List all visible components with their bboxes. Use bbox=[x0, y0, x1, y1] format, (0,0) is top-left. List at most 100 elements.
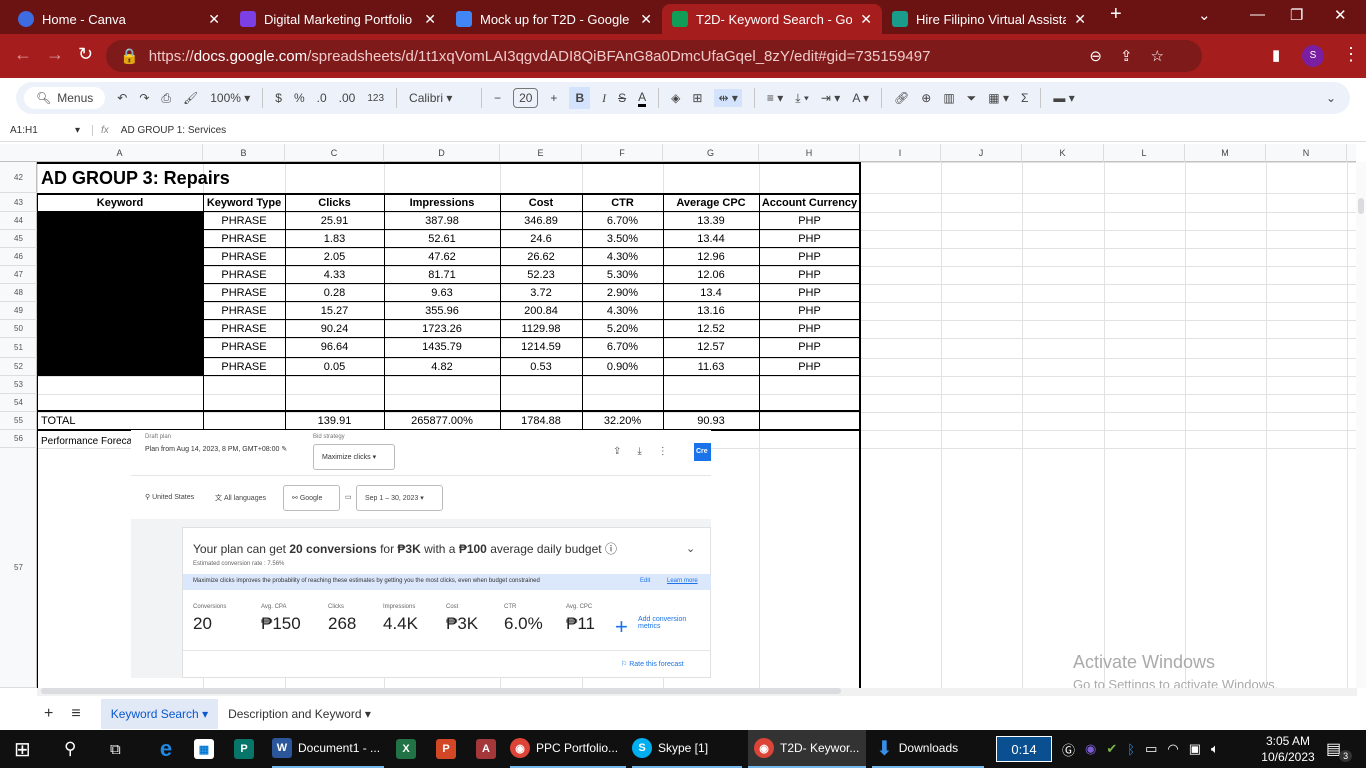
browser-tab-canva[interactable]: Home - Canva ✕ bbox=[8, 4, 230, 34]
table-row-cell[interactable]: 355.96 bbox=[385, 302, 499, 320]
table-row-cell[interactable]: 1129.98 bbox=[501, 320, 581, 338]
table-row-cell[interactable]: PHP bbox=[760, 320, 859, 338]
table-row-cell[interactable]: PHP bbox=[760, 338, 859, 356]
back-icon[interactable]: ← bbox=[14, 44, 32, 65]
close-icon[interactable]: ✕ bbox=[640, 11, 652, 28]
table-row-cell[interactable]: 13.44 bbox=[664, 230, 758, 248]
percent-button[interactable]: % bbox=[294, 91, 305, 105]
column-header[interactable]: L bbox=[1104, 144, 1185, 162]
row-header[interactable]: 54 bbox=[0, 394, 37, 412]
total-row-cell[interactable]: 265877.00% bbox=[385, 412, 499, 430]
browser-tab-keyword-search[interactable]: T2D- Keyword Search - Goo ✕ bbox=[662, 4, 882, 34]
table-row-cell[interactable]: 9.63 bbox=[385, 284, 499, 302]
total-row-cell[interactable]: TOTAL bbox=[38, 412, 202, 430]
bold-button[interactable]: B bbox=[569, 87, 591, 109]
ad-group-title[interactable]: AD GROUP 3: Repairs bbox=[41, 163, 230, 193]
header-cell[interactable]: Clicks bbox=[286, 194, 383, 212]
table-row-cell[interactable]: PHRASE bbox=[204, 230, 284, 248]
reload-icon[interactable]: ↻ bbox=[78, 44, 93, 65]
column-header[interactable]: A bbox=[37, 144, 203, 162]
italic-button[interactable]: I bbox=[602, 91, 606, 106]
sidebar-icon[interactable]: ▮ bbox=[1272, 46, 1280, 64]
functions-button[interactable]: Σ bbox=[1021, 91, 1028, 105]
table-row-cell[interactable]: PHP bbox=[760, 358, 859, 376]
row-header[interactable]: 47 bbox=[0, 266, 37, 284]
horizontal-scrollbar[interactable] bbox=[37, 688, 1357, 696]
table-row-cell[interactable]: PHRASE bbox=[204, 248, 284, 266]
header-cell[interactable]: Keyword Type bbox=[204, 194, 284, 212]
column-header[interactable]: N bbox=[1266, 144, 1347, 162]
close-icon[interactable]: ✕ bbox=[424, 11, 436, 28]
fill-color-icon[interactable]: ◈ bbox=[671, 91, 680, 105]
new-tab-button[interactable]: + bbox=[1110, 3, 1122, 26]
table-row-cell[interactable]: 12.52 bbox=[664, 320, 758, 338]
row-header[interactable]: 57 bbox=[0, 448, 37, 688]
row-header[interactable]: 43 bbox=[0, 193, 37, 212]
font-select[interactable]: Calibri ▾ bbox=[409, 91, 469, 105]
profile-avatar[interactable]: S bbox=[1302, 45, 1324, 67]
formula-input[interactable]: AD GROUP 1: Services bbox=[121, 125, 226, 136]
total-row-cell[interactable] bbox=[204, 412, 284, 430]
table-row-cell[interactable]: 387.98 bbox=[385, 212, 499, 230]
table-row-cell[interactable]: PHP bbox=[760, 248, 859, 266]
sheet-tab-description-keyword[interactable]: Description and Keyword ▾ bbox=[218, 699, 381, 729]
publisher-icon[interactable]: P bbox=[234, 739, 254, 759]
table-row-cell[interactable]: 5.30% bbox=[583, 266, 662, 284]
row-header[interactable]: 42 bbox=[0, 162, 37, 193]
table-row-cell[interactable]: 5.20% bbox=[583, 320, 662, 338]
filter-views-icon[interactable]: ▦ ▾ bbox=[988, 91, 1009, 105]
strikethrough-button[interactable]: S bbox=[618, 91, 626, 105]
browser-tab-hire[interactable]: Hire Filipino Virtual Assistant ✕ bbox=[882, 4, 1096, 34]
table-row-cell[interactable]: PHP bbox=[760, 266, 859, 284]
sheet-tab-keyword-search[interactable]: Keyword Search ▾ bbox=[100, 699, 219, 729]
table-row-cell[interactable]: 1723.26 bbox=[385, 320, 499, 338]
table-row-cell[interactable]: 15.27 bbox=[286, 302, 383, 320]
table-row-cell[interactable]: 6.70% bbox=[583, 338, 662, 356]
table-row-cell[interactable]: 346.89 bbox=[501, 212, 581, 230]
close-icon[interactable]: ✕ bbox=[1074, 11, 1086, 28]
text-rotation-icon[interactable]: A ▾ bbox=[852, 91, 869, 105]
table-row-cell[interactable]: 3.50% bbox=[583, 230, 662, 248]
column-header[interactable]: F bbox=[582, 144, 663, 162]
table-row-cell[interactable]: 52.61 bbox=[385, 230, 499, 248]
header-cell[interactable]: Cost bbox=[501, 194, 581, 212]
row-header[interactable]: 52 bbox=[0, 358, 37, 376]
taskbar-downloads[interactable]: ⬇ Downloads bbox=[872, 730, 984, 768]
header-cell[interactable]: Account Currency bbox=[760, 194, 859, 212]
column-header[interactable]: K bbox=[1022, 144, 1104, 162]
table-row-cell[interactable]: 13.4 bbox=[664, 284, 758, 302]
collapse-toolbar-icon[interactable]: ⌄ bbox=[1326, 91, 1336, 105]
table-row-cell[interactable]: 12.57 bbox=[664, 338, 758, 356]
store-icon[interactable]: ▦ bbox=[194, 739, 214, 759]
close-icon[interactable]: ✕ bbox=[860, 11, 872, 28]
task-view-icon[interactable]: ⧉ bbox=[110, 730, 121, 768]
row-header[interactable]: 51 bbox=[0, 338, 37, 358]
text-wrap-icon[interactable]: ⇥ ▾ bbox=[821, 91, 840, 105]
close-window-button[interactable]: ✕ bbox=[1334, 6, 1347, 24]
decrease-decimal-button[interactable]: .0 bbox=[317, 91, 327, 105]
menu-icon[interactable]: ⋮ bbox=[1342, 44, 1360, 65]
borders-icon[interactable]: ⊞ bbox=[692, 91, 702, 105]
windows-start-icon[interactable]: ⊞ bbox=[14, 730, 31, 768]
url-bar[interactable]: 🔒 https://docs.google.com/spreadsheets/d… bbox=[106, 40, 1202, 72]
powerpoint-icon[interactable]: P bbox=[436, 739, 456, 759]
table-row-cell[interactable]: PHP bbox=[760, 230, 859, 248]
table-row-cell[interactable]: 2.90% bbox=[583, 284, 662, 302]
close-icon[interactable]: ✕ bbox=[208, 11, 220, 28]
table-row-cell[interactable]: 200.84 bbox=[501, 302, 581, 320]
column-header[interactable]: M bbox=[1185, 144, 1266, 162]
column-header[interactable]: C bbox=[285, 144, 384, 162]
increase-decimal-button[interactable]: .00 bbox=[339, 91, 356, 105]
table-row-cell[interactable]: PHRASE bbox=[204, 212, 284, 230]
table-row-cell[interactable]: 12.06 bbox=[664, 266, 758, 284]
header-cell[interactable]: CTR bbox=[583, 194, 662, 212]
browser-tab-portfolio[interactable]: Digital Marketing Portfolio - ✕ bbox=[230, 4, 446, 34]
merge-cells-icon[interactable]: ⇹ ▾ bbox=[714, 89, 742, 107]
taskbar-skype[interactable]: S Skype [1] bbox=[632, 730, 742, 768]
header-cell[interactable]: Impressions bbox=[385, 194, 499, 212]
zoom-share-star-icons[interactable]: ⊖⇪☆ bbox=[1089, 47, 1182, 65]
forward-icon[interactable]: → bbox=[46, 44, 64, 65]
all-sheets-button[interactable]: ≡ bbox=[71, 705, 80, 723]
font-size-input[interactable]: 20 bbox=[513, 88, 539, 108]
table-row-cell[interactable]: 0.05 bbox=[286, 358, 383, 376]
